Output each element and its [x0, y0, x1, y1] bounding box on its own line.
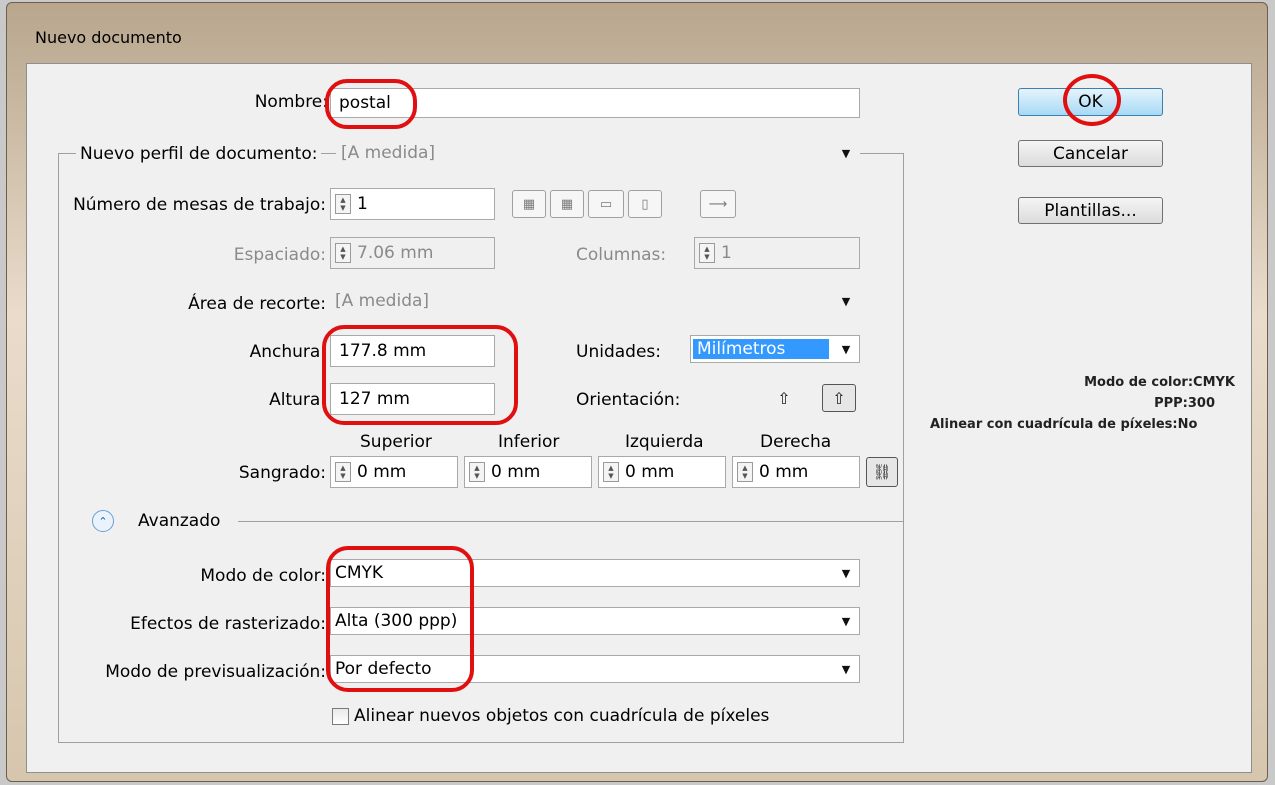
stepper-arrows-icon[interactable]: ▲ ▼: [335, 462, 351, 482]
stepper-arrows-icon[interactable]: ▲ ▼: [469, 462, 485, 482]
sangrado-header-inferior: Inferior: [498, 432, 560, 452]
unidades-label: Unidades:: [576, 342, 661, 362]
cancel-button[interactable]: Cancelar: [1018, 140, 1163, 167]
sangrado-label: Sangrado:: [238, 463, 326, 483]
mesas-stepper[interactable]: ▲ ▼ 1: [330, 188, 495, 220]
stepper-arrows-icon[interactable]: ▲ ▼: [603, 462, 619, 482]
grid-by-row-icon[interactable]: ▦: [512, 190, 546, 218]
sangrado-derecha-stepper[interactable]: ▲ ▼ 0 mm: [732, 456, 860, 488]
sangrado-inferior-value: 0 mm: [491, 462, 541, 482]
unidades-value: Milímetros: [693, 339, 829, 359]
chevron-down-icon: ▼: [841, 294, 851, 308]
dialog-title: Nuevo documento: [35, 28, 182, 47]
espaciado-value: 7.06 mm: [357, 243, 434, 263]
area-value: [A medida]: [335, 291, 430, 311]
sangrado-header-izquierda: Izquierda: [625, 432, 704, 452]
columnas-label: Columnas:: [576, 245, 667, 265]
arrange-by-row-icon[interactable]: ▭: [588, 190, 624, 218]
landscape-icon[interactable]: ⇧: [822, 384, 856, 412]
modo-color-select[interactable]: CMYK ▼: [330, 559, 860, 587]
perfil-label: Nuevo perfil de documento:: [76, 144, 322, 164]
link-icon[interactable]: ⛓: [866, 457, 898, 487]
columnas-value: 1: [721, 243, 732, 263]
sangrado-superior-stepper[interactable]: ▲ ▼ 0 mm: [330, 456, 458, 488]
unidades-select[interactable]: Milímetros ▼: [690, 335, 860, 363]
templates-button[interactable]: Plantillas...: [1018, 197, 1163, 224]
anchura-input[interactable]: 177.8 mm: [330, 335, 495, 367]
ok-button[interactable]: OK: [1018, 88, 1163, 116]
previs-label: Modo de previsualización:: [105, 662, 326, 682]
alinear-label: Alinear nuevos objetos con cuadrícula de…: [354, 706, 770, 726]
anchura-label: Anchura:: [249, 342, 326, 362]
stepper-arrows-icon[interactable]: ▲ ▼: [737, 462, 753, 482]
chevron-down-icon: ▼: [841, 614, 851, 628]
info-grid: Alinear con cuadrícula de píxeles:No: [930, 417, 1198, 432]
portrait-icon[interactable]: ⇧: [770, 384, 798, 412]
sangrado-superior-value: 0 mm: [357, 462, 407, 482]
espaciado-label: Espaciado:: [233, 245, 326, 265]
previs-select[interactable]: Por defecto ▼: [330, 655, 860, 683]
altura-label: Altura:: [269, 390, 326, 410]
chevron-down-icon: ▼: [841, 146, 851, 160]
chevron-down-icon: ▼: [841, 342, 851, 356]
perfil-select[interactable]: [A medida] ▼: [336, 139, 860, 167]
raster-select[interactable]: Alta (300 ppp) ▼: [330, 607, 860, 635]
sangrado-header-superior: Superior: [360, 432, 432, 452]
area-label: Área de recorte:: [188, 294, 326, 314]
columnas-stepper[interactable]: ▲ ▼ 1: [694, 237, 860, 269]
area-select[interactable]: [A medida] ▼: [330, 287, 860, 315]
advanced-divider: [238, 521, 904, 522]
sangrado-izquierda-stepper[interactable]: ▲ ▼ 0 mm: [598, 456, 726, 488]
perfil-value: [A medida]: [341, 143, 436, 163]
grid-by-column-icon[interactable]: ▦: [550, 190, 584, 218]
alinear-checkbox[interactable]: [332, 708, 349, 725]
chevron-down-icon: ▼: [841, 662, 851, 676]
nombre-input[interactable]: postal: [330, 88, 860, 118]
previs-value: Por defecto: [335, 659, 432, 679]
sangrado-izquierda-value: 0 mm: [625, 462, 675, 482]
collapse-advanced-icon[interactable]: ⌃: [92, 510, 114, 532]
stepper-arrows-icon[interactable]: ▲ ▼: [335, 243, 351, 263]
sangrado-header-derecha: Derecha: [760, 432, 832, 452]
raster-label: Efectos de rasterizado:: [130, 614, 326, 634]
arrange-by-column-icon[interactable]: ▯: [628, 190, 662, 218]
orientacion-label: Orientación:: [576, 390, 681, 410]
avanzado-label: Avanzado: [138, 511, 221, 531]
sangrado-inferior-stepper[interactable]: ▲ ▼ 0 mm: [464, 456, 592, 488]
altura-input[interactable]: 127 mm: [330, 383, 495, 415]
espaciado-stepper[interactable]: ▲ ▼ 7.06 mm: [330, 237, 495, 269]
chevron-down-icon: ▼: [841, 566, 851, 580]
sangrado-derecha-value: 0 mm: [759, 462, 809, 482]
mesas-value: 1: [357, 194, 368, 214]
stepper-arrows-icon[interactable]: ▲ ▼: [335, 194, 351, 214]
nombre-label: Nombre:: [254, 92, 328, 112]
raster-value: Alta (300 ppp): [335, 611, 458, 631]
modo-color-label: Modo de color:: [200, 566, 326, 586]
mesas-label: Número de mesas de trabajo:: [73, 195, 326, 215]
layout-direction-icon[interactable]: ⟶: [700, 190, 736, 218]
info-ppp: PPP:300: [1154, 396, 1215, 411]
info-color-mode: Modo de color:CMYK: [1084, 375, 1235, 390]
stepper-arrows-icon[interactable]: ▲ ▼: [699, 243, 715, 263]
modo-color-value: CMYK: [335, 563, 384, 583]
